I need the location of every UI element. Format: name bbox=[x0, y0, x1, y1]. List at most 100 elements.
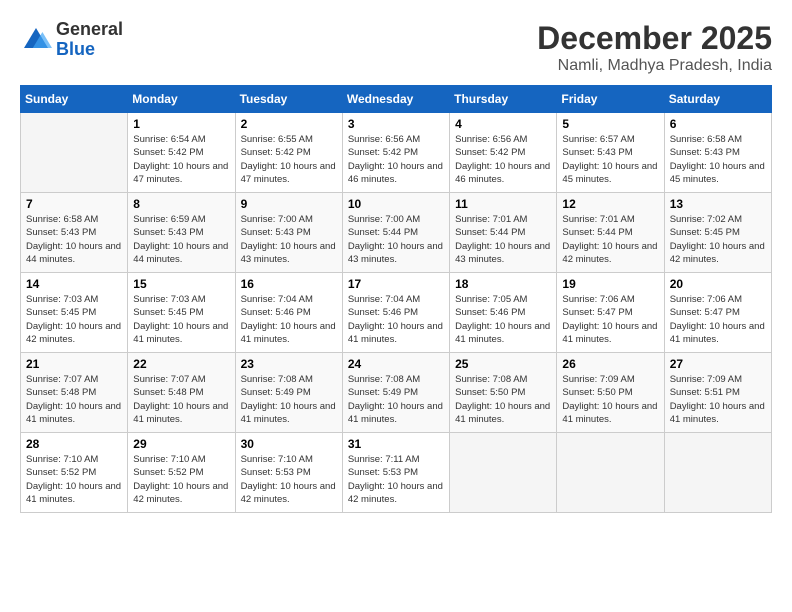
day-cell: 8 Sunrise: 6:59 AMSunset: 5:43 PMDaylight… bbox=[128, 193, 235, 273]
header-sunday: Sunday bbox=[21, 86, 128, 113]
week-row-1: 1 Sunrise: 6:54 AMSunset: 5:42 PMDaylight… bbox=[21, 113, 772, 193]
day-info: Sunrise: 7:04 AMSunset: 5:46 PMDaylight:… bbox=[348, 293, 444, 346]
day-info: Sunrise: 7:07 AMSunset: 5:48 PMDaylight:… bbox=[26, 373, 122, 426]
day-cell: 19 Sunrise: 7:06 AMSunset: 5:47 PMDayligh… bbox=[557, 273, 664, 353]
day-info: Sunrise: 7:11 AMSunset: 5:53 PMDaylight:… bbox=[348, 453, 444, 506]
header-row: SundayMondayTuesdayWednesdayThursdayFrid… bbox=[21, 86, 772, 113]
day-number: 24 bbox=[348, 357, 444, 371]
day-info: Sunrise: 7:06 AMSunset: 5:47 PMDaylight:… bbox=[562, 293, 658, 346]
day-info: Sunrise: 7:01 AMSunset: 5:44 PMDaylight:… bbox=[455, 213, 551, 266]
day-cell: 23Sunrise: 7:08 AMSunset: 5:49 PMDayligh… bbox=[235, 353, 342, 433]
day-info: Sunrise: 7:00 AMSunset: 5:43 PMDaylight:… bbox=[241, 213, 337, 266]
day-info: Sunrise: 6:56 AMSunset: 5:42 PMDaylight:… bbox=[348, 133, 444, 186]
day-cell: 10Sunrise: 7:00 AMSunset: 5:44 PMDayligh… bbox=[342, 193, 449, 273]
day-number: 15 bbox=[133, 277, 229, 291]
page-header: General Blue December 2025 Namli, Madhya… bbox=[20, 20, 772, 75]
day-cell: 18Sunrise: 7:05 AMSunset: 5:46 PMDayligh… bbox=[450, 273, 557, 353]
day-cell: 1 Sunrise: 6:54 AMSunset: 5:42 PMDaylight… bbox=[128, 113, 235, 193]
day-number: 19 bbox=[562, 277, 658, 291]
day-cell: 22 Sunrise: 7:07 AMSunset: 5:48 PMDayligh… bbox=[128, 353, 235, 433]
header-wednesday: Wednesday bbox=[342, 86, 449, 113]
day-number: 2 bbox=[241, 117, 337, 131]
day-info: Sunrise: 6:54 AMSunset: 5:42 PMDaylight:… bbox=[133, 133, 229, 186]
logo-blue: Blue bbox=[56, 40, 123, 60]
day-info: Sunrise: 7:03 AMSunset: 5:45 PMDaylight:… bbox=[133, 293, 229, 346]
day-number: 23 bbox=[241, 357, 337, 371]
day-info: Sunrise: 7:05 AMSunset: 5:46 PMDaylight:… bbox=[455, 293, 551, 346]
day-cell: 26Sunrise: 7:09 AMSunset: 5:50 PMDayligh… bbox=[557, 353, 664, 433]
day-number: 12 bbox=[562, 197, 658, 211]
day-cell: 9Sunrise: 7:00 AMSunset: 5:43 PMDaylight… bbox=[235, 193, 342, 273]
day-cell: 17 Sunrise: 7:04 AMSunset: 5:46 PMDayligh… bbox=[342, 273, 449, 353]
day-number: 14 bbox=[26, 277, 122, 291]
week-row-2: 7Sunrise: 6:58 AMSunset: 5:43 PMDaylight… bbox=[21, 193, 772, 273]
day-cell: 7Sunrise: 6:58 AMSunset: 5:43 PMDaylight… bbox=[21, 193, 128, 273]
day-info: Sunrise: 6:56 AMSunset: 5:42 PMDaylight:… bbox=[455, 133, 551, 186]
day-cell: 14 Sunrise: 7:03 AMSunset: 5:45 PMDayligh… bbox=[21, 273, 128, 353]
day-info: Sunrise: 7:08 AMSunset: 5:50 PMDaylight:… bbox=[455, 373, 551, 426]
day-info: Sunrise: 7:03 AMSunset: 5:45 PMDaylight:… bbox=[26, 293, 122, 346]
title-section: December 2025 Namli, Madhya Pradesh, Ind… bbox=[537, 20, 772, 75]
day-info: Sunrise: 7:10 AMSunset: 5:52 PMDaylight:… bbox=[26, 453, 122, 506]
day-cell: 25 Sunrise: 7:08 AMSunset: 5:50 PMDayligh… bbox=[450, 353, 557, 433]
day-number: 21 bbox=[26, 357, 122, 371]
day-info: Sunrise: 7:06 AMSunset: 5:47 PMDaylight:… bbox=[670, 293, 766, 346]
day-info: Sunrise: 6:57 AMSunset: 5:43 PMDaylight:… bbox=[562, 133, 658, 186]
day-number: 30 bbox=[241, 437, 337, 451]
day-cell: 2 Sunrise: 6:55 AMSunset: 5:42 PMDaylight… bbox=[235, 113, 342, 193]
day-cell bbox=[664, 433, 771, 513]
day-info: Sunrise: 7:07 AMSunset: 5:48 PMDaylight:… bbox=[133, 373, 229, 426]
header-thursday: Thursday bbox=[450, 86, 557, 113]
day-info: Sunrise: 6:55 AMSunset: 5:42 PMDaylight:… bbox=[241, 133, 337, 186]
week-row-5: 28 Sunrise: 7:10 AMSunset: 5:52 PMDayligh… bbox=[21, 433, 772, 513]
main-title: December 2025 bbox=[537, 20, 772, 57]
day-number: 11 bbox=[455, 197, 551, 211]
day-info: Sunrise: 6:58 AMSunset: 5:43 PMDaylight:… bbox=[670, 133, 766, 186]
header-friday: Friday bbox=[557, 86, 664, 113]
day-info: Sunrise: 7:10 AMSunset: 5:53 PMDaylight:… bbox=[241, 453, 337, 506]
day-cell: 6 Sunrise: 6:58 AMSunset: 5:43 PMDaylight… bbox=[664, 113, 771, 193]
day-cell: 11 Sunrise: 7:01 AMSunset: 5:44 PMDayligh… bbox=[450, 193, 557, 273]
day-number: 4 bbox=[455, 117, 551, 131]
day-number: 29 bbox=[133, 437, 229, 451]
day-number: 16 bbox=[241, 277, 337, 291]
day-cell: 21 Sunrise: 7:07 AMSunset: 5:48 PMDayligh… bbox=[21, 353, 128, 433]
day-cell: 24 Sunrise: 7:08 AMSunset: 5:49 PMDayligh… bbox=[342, 353, 449, 433]
day-number: 13 bbox=[670, 197, 766, 211]
day-number: 5 bbox=[562, 117, 658, 131]
logo-text: General Blue bbox=[56, 20, 123, 60]
day-cell: 16 Sunrise: 7:04 AMSunset: 5:46 PMDayligh… bbox=[235, 273, 342, 353]
header-saturday: Saturday bbox=[664, 86, 771, 113]
day-number: 31 bbox=[348, 437, 444, 451]
day-number: 1 bbox=[133, 117, 229, 131]
day-cell: 20Sunrise: 7:06 AMSunset: 5:47 PMDayligh… bbox=[664, 273, 771, 353]
day-cell bbox=[557, 433, 664, 513]
logo-general: General bbox=[56, 20, 123, 40]
day-number: 27 bbox=[670, 357, 766, 371]
day-number: 17 bbox=[348, 277, 444, 291]
week-row-4: 21 Sunrise: 7:07 AMSunset: 5:48 PMDayligh… bbox=[21, 353, 772, 433]
day-info: Sunrise: 7:02 AMSunset: 5:45 PMDaylight:… bbox=[670, 213, 766, 266]
header-tuesday: Tuesday bbox=[235, 86, 342, 113]
day-info: Sunrise: 7:04 AMSunset: 5:46 PMDaylight:… bbox=[241, 293, 337, 346]
day-info: Sunrise: 7:01 AMSunset: 5:44 PMDaylight:… bbox=[562, 213, 658, 266]
day-info: Sunrise: 6:59 AMSunset: 5:43 PMDaylight:… bbox=[133, 213, 229, 266]
day-number: 8 bbox=[133, 197, 229, 211]
day-cell bbox=[21, 113, 128, 193]
day-number: 25 bbox=[455, 357, 551, 371]
subtitle: Namli, Madhya Pradesh, India bbox=[537, 57, 772, 75]
day-cell: 12 Sunrise: 7:01 AMSunset: 5:44 PMDayligh… bbox=[557, 193, 664, 273]
day-cell: 13 Sunrise: 7:02 AMSunset: 5:45 PMDayligh… bbox=[664, 193, 771, 273]
day-cell: 3Sunrise: 6:56 AMSunset: 5:42 PMDaylight… bbox=[342, 113, 449, 193]
day-cell: 29Sunrise: 7:10 AMSunset: 5:52 PMDayligh… bbox=[128, 433, 235, 513]
day-number: 22 bbox=[133, 357, 229, 371]
calendar-table: SundayMondayTuesdayWednesdayThursdayFrid… bbox=[20, 85, 772, 513]
day-info: Sunrise: 7:09 AMSunset: 5:51 PMDaylight:… bbox=[670, 373, 766, 426]
day-cell bbox=[450, 433, 557, 513]
day-number: 28 bbox=[26, 437, 122, 451]
day-info: Sunrise: 7:09 AMSunset: 5:50 PMDaylight:… bbox=[562, 373, 658, 426]
logo-icon bbox=[20, 24, 52, 56]
day-info: Sunrise: 7:08 AMSunset: 5:49 PMDaylight:… bbox=[348, 373, 444, 426]
day-info: Sunrise: 6:58 AMSunset: 5:43 PMDaylight:… bbox=[26, 213, 122, 266]
day-number: 6 bbox=[670, 117, 766, 131]
